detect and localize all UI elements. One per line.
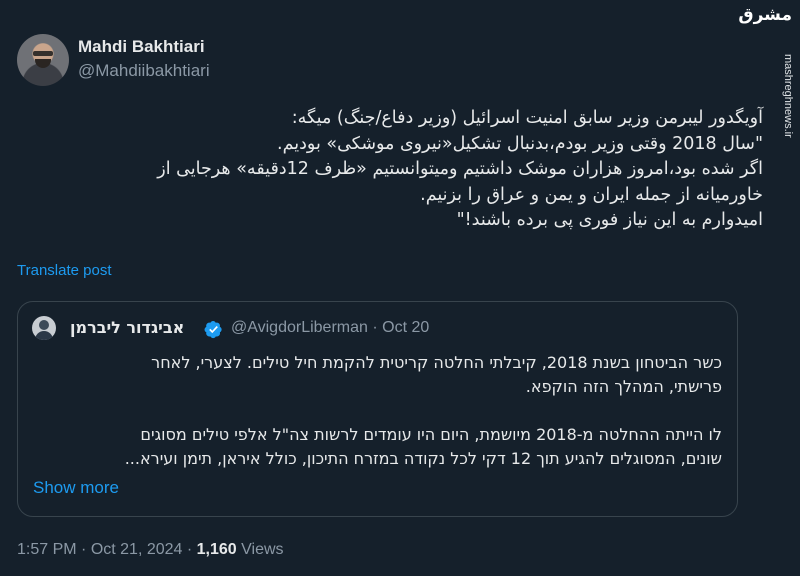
post-line: امیدوارم به این نیاز فوری پی برده باشند!… — [456, 210, 763, 230]
quoted-line: שונים, המסוגלים להגיע תוך 12 דקי לכל נקו… — [124, 449, 722, 468]
author-avatar[interactable] — [17, 34, 69, 86]
post-text: آویگدور لیبرمن وزیر سابق امنیت اسرائیل (… — [23, 106, 763, 234]
post-line: "سال 2018 وقتی وزیر بودم،بدنبال تشکیل«نی… — [277, 133, 763, 154]
meta-separator: · — [367, 319, 383, 336]
quoted-author-name: אביגדור ליברמן — [70, 318, 185, 337]
quoted-author-avatar[interactable] — [32, 316, 56, 340]
verified-badge-shape — [204, 320, 222, 339]
post-time[interactable]: 1:57 PM — [17, 541, 77, 558]
verified-badge-icon — [204, 320, 222, 339]
footer-separator: · — [182, 541, 197, 558]
post-line: اگر شده بود،امروز هزاران موشک داشتیم ومی… — [157, 159, 763, 179]
quoted-line: כשר הביטחון בשנת 2018, קיבלתי החלטה קריט… — [151, 353, 722, 372]
watermark-logo: مشرق — [738, 5, 792, 25]
author-handle[interactable]: @Mahdiibakhtiari — [78, 61, 210, 81]
quoted-meta: @AvigdorLiberman · Oct 20 — [231, 319, 429, 337]
post-line: خاورمیانه از جمله ایران و یمن و عراق را … — [420, 184, 763, 205]
author-name[interactable]: Mahdi Bakhtiari — [78, 37, 205, 57]
quoted-line: לו הייתה ההחלטה מ-2018 מיושמת, היום היו … — [140, 425, 722, 444]
watermark-url: mashreghnews.ir — [782, 54, 794, 138]
post-line: آویگدور لیبرمن وزیر سابق امنیت اسرائیل (… — [291, 108, 763, 128]
post-date[interactable]: Oct 21, 2024 — [91, 541, 183, 558]
avatar-beard — [35, 59, 51, 68]
quoted-date[interactable]: Oct 20 — [382, 319, 429, 336]
quoted-text: כשר הביטחון בשנת 2018, קיבלתי החלטה קריט… — [32, 351, 722, 471]
avatar-glasses — [33, 51, 53, 56]
quoted-author-handle[interactable]: @AvigdorLiberman — [231, 319, 368, 336]
translate-post-link[interactable]: Translate post — [17, 262, 112, 279]
show-more-link[interactable]: Show more — [33, 478, 119, 498]
footer-separator: · — [76, 541, 91, 558]
quoted-post[interactable]: אביגדור ליברמן @AvigdorLiberman · Oct 20… — [17, 301, 738, 517]
post-footer: 1:57 PM · Oct 21, 2024 · 1,160 Views — [17, 541, 284, 559]
quoted-line: פרישתי, המהלך הזה הוקפא. — [525, 377, 722, 396]
views-count: 1,160 — [196, 541, 237, 558]
tweet-card: Mahdi Bakhtiari @Mahdiibakhtiari مشرق ma… — [0, 0, 800, 576]
views-label: Views — [236, 541, 284, 558]
watermark: مشرق mashreghnews.ir — [738, 5, 794, 138]
